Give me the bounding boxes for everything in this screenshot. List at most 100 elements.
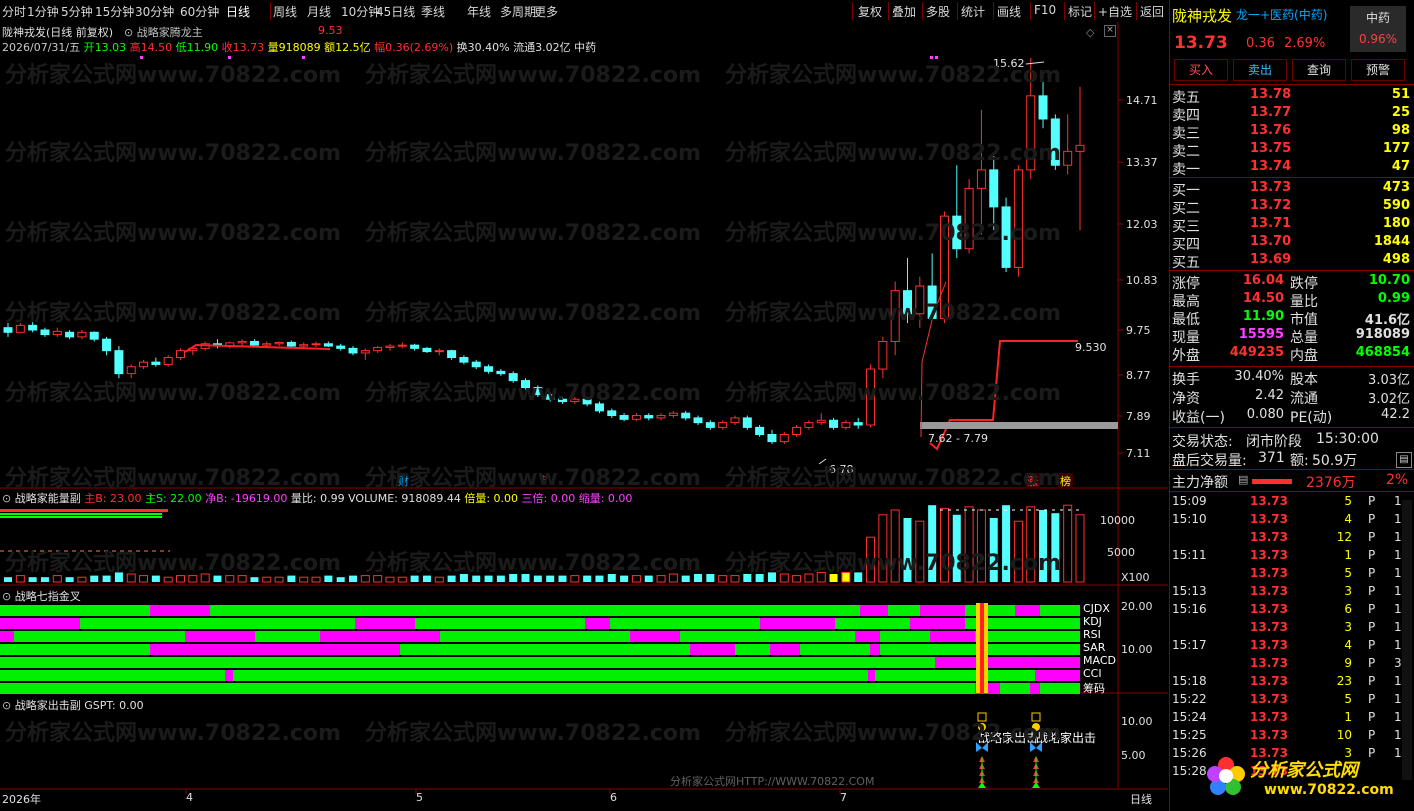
indicator-cell bbox=[888, 605, 920, 616]
period-tab-4[interactable]: 30分钟 bbox=[135, 3, 174, 20]
attack-axis-5: 5.00 bbox=[1121, 749, 1146, 762]
book-volume: 473 bbox=[1382, 180, 1410, 195]
chart-toggle-icon[interactable]: ▤ bbox=[1396, 452, 1412, 468]
tick-row: 13.73 9 P 3 bbox=[1172, 656, 1410, 674]
tool-button-0[interactable]: 复权 bbox=[858, 3, 882, 20]
stat-label: 最低 bbox=[1172, 312, 1200, 328]
period-tab-7[interactable]: 周线 bbox=[273, 3, 297, 20]
ask-row[interactable]: 卖一 13.74 47 bbox=[1172, 159, 1412, 178]
seven-row-label: KDJ bbox=[1083, 615, 1102, 628]
volume-bar bbox=[434, 576, 444, 583]
buy-button[interactable]: 买入 bbox=[1174, 59, 1228, 81]
indicator-dropdown[interactable]: ⊙ 战略家腾龙主 bbox=[124, 24, 203, 40]
tick-count: 3 bbox=[1394, 656, 1402, 670]
sell-button[interactable]: 卖出 bbox=[1233, 59, 1287, 81]
stat-label: 涨停 bbox=[1172, 276, 1200, 292]
vol-value: 918089 bbox=[278, 41, 321, 54]
tool-button-6[interactable]: 标记 bbox=[1068, 3, 1092, 20]
chart-expand-icon[interactable]: ◇ bbox=[1086, 26, 1094, 39]
candle-body bbox=[631, 415, 641, 420]
period-tab-9[interactable]: 10分钟 bbox=[341, 3, 380, 20]
tick-direction: P bbox=[1368, 512, 1376, 526]
stat-label: 外盘 bbox=[1172, 348, 1200, 364]
tick-price: 13.73 bbox=[1250, 728, 1288, 742]
book-label: 买三 bbox=[1172, 219, 1200, 235]
book-label: 买二 bbox=[1172, 201, 1200, 217]
tick-volume: 3 bbox=[1344, 620, 1352, 634]
period-tab-1[interactable]: 1分钟 bbox=[27, 3, 59, 20]
period-tab-5[interactable]: 60分钟 bbox=[180, 3, 219, 20]
vol-unit: X100 bbox=[1121, 571, 1150, 584]
panel-menu-icon[interactable]: ⊙ bbox=[2, 699, 15, 712]
tick-direction: P bbox=[1368, 602, 1376, 616]
ask-row[interactable]: 卖二 13.75 177 bbox=[1172, 141, 1412, 160]
tool-button-4[interactable]: 画线 bbox=[997, 3, 1021, 20]
after-hours-amt-label: 额: bbox=[1290, 453, 1309, 469]
seven-row-label: SAR bbox=[1083, 641, 1106, 654]
tick-row: 15:25 13.73 10 P 1 bbox=[1172, 728, 1410, 746]
bid-row[interactable]: 买三 13.71 180 bbox=[1172, 216, 1412, 235]
tick-price: 13.73 bbox=[1250, 710, 1288, 724]
watermark-text: 分析家公式网www.70822.com bbox=[365, 721, 701, 746]
price-axis-label: 13.37 bbox=[1126, 156, 1158, 169]
period-tab-14[interactable]: 更多 bbox=[534, 3, 558, 20]
main-net-icon[interactable]: ▤ bbox=[1238, 473, 1248, 486]
candle-body bbox=[1038, 95, 1048, 120]
candle-body bbox=[52, 330, 62, 336]
candle-body bbox=[397, 344, 407, 347]
tool-button-5[interactable]: F10 bbox=[1034, 3, 1056, 17]
candle-body bbox=[274, 341, 284, 345]
ask-row[interactable]: 卖四 13.77 25 bbox=[1172, 105, 1412, 124]
bid-row[interactable]: 买四 13.70 1844 bbox=[1172, 234, 1412, 253]
bid-row[interactable]: 买二 13.72 590 bbox=[1172, 198, 1412, 217]
tool-button-3[interactable]: 统计 bbox=[961, 3, 985, 20]
watermark-text: 分析家公式网www.70822.com bbox=[365, 141, 701, 166]
tool-button-1[interactable]: 叠加 bbox=[892, 3, 916, 20]
shrink-vol-value: 缩量: 0.00 bbox=[578, 492, 633, 505]
tick-row: 15:24 13.73 1 P 1 bbox=[1172, 710, 1410, 728]
period-tab-3[interactable]: 15分钟 bbox=[95, 3, 134, 20]
tick-price: 13.73 bbox=[1250, 656, 1288, 670]
attack-panel-title: 战略家出击副 bbox=[14, 699, 81, 712]
query-button[interactable]: 查询 bbox=[1292, 59, 1346, 81]
indicator-cell bbox=[400, 644, 690, 655]
candle-body bbox=[841, 422, 851, 428]
attack-footer: 分析家公式网HTTP://WWW.70822.COM bbox=[670, 775, 875, 788]
tick-row: 15:09 13.73 5 P 1 bbox=[1172, 494, 1410, 512]
tick-volume: 4 bbox=[1344, 638, 1352, 652]
period-tab-13[interactable]: 多周期 bbox=[500, 3, 536, 20]
tick-count: 1 bbox=[1394, 512, 1402, 526]
period-tab-11[interactable]: 季线 bbox=[421, 3, 445, 20]
after-hours-amt: 50.9万 bbox=[1312, 453, 1358, 469]
tick-time: 15:18 bbox=[1172, 674, 1207, 688]
tool-button-2[interactable]: 多股 bbox=[926, 3, 950, 20]
tick-count: 1 bbox=[1394, 494, 1402, 508]
book-label: 买五 bbox=[1172, 255, 1200, 271]
volume-value: VOLUME: 918089.44 bbox=[348, 492, 461, 505]
period-tab-8[interactable]: 月线 bbox=[307, 3, 331, 20]
tick-count: 1 bbox=[1394, 674, 1402, 688]
tool-button-8[interactable]: 返回 bbox=[1140, 3, 1164, 20]
watermark-text: 分析家公式网www.70822.com bbox=[5, 221, 341, 246]
period-tab-2[interactable]: 5分钟 bbox=[61, 3, 93, 20]
sector-tag[interactable]: 龙一+医药(中药) bbox=[1236, 6, 1327, 23]
indicator-cell bbox=[610, 618, 760, 629]
period-tab-0[interactable]: 分时 bbox=[2, 3, 26, 20]
tool-button-7[interactable]: +自选 bbox=[1098, 3, 1132, 20]
candle-body bbox=[3, 327, 13, 333]
period-tab-12[interactable]: 年线 bbox=[467, 3, 491, 20]
bid-row[interactable]: 买一 13.73 473 bbox=[1172, 180, 1412, 199]
ask-row[interactable]: 卖五 13.78 51 bbox=[1172, 87, 1412, 106]
ask-row[interactable]: 卖三 13.76 98 bbox=[1172, 123, 1412, 142]
chart-close-icon[interactable]: × bbox=[1104, 25, 1116, 37]
alert-button[interactable]: 预警 bbox=[1351, 59, 1405, 81]
bid-row[interactable]: 买五 13.69 498 bbox=[1172, 252, 1412, 271]
tick-row: 13.73 12 P 1 bbox=[1172, 530, 1410, 548]
panel-menu-icon[interactable]: ⊙ bbox=[2, 492, 15, 505]
period-tab-6[interactable]: 日线 bbox=[226, 3, 250, 20]
candle-body bbox=[434, 350, 444, 353]
indicator-cell bbox=[1030, 683, 1040, 694]
tick-scrollbar[interactable] bbox=[1402, 500, 1412, 780]
panel-menu-icon[interactable]: ⊙ bbox=[2, 590, 15, 603]
period-tab-10[interactable]: 45日线 bbox=[376, 3, 415, 20]
